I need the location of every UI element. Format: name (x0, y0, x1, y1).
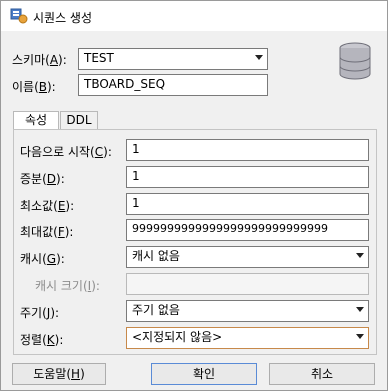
cache-label: 캐시(G): (20, 252, 65, 266)
maxvalue-input[interactable]: 9999999999999999999999999999 (126, 219, 369, 241)
cancel-button[interactable]: 취소 (269, 363, 375, 385)
cache-size-label: 캐시 크기(I): (35, 279, 100, 293)
schema-select[interactable]: TEST (78, 48, 268, 70)
start-label: 다음으로 시작(C): (20, 145, 112, 159)
title-bar: 시퀀스 생성 (1, 1, 387, 31)
cache-value: 캐시 없음 (132, 249, 180, 263)
cycle-select[interactable]: 주기 없음 (126, 300, 369, 322)
minvalue-input[interactable]: 1 (126, 193, 369, 215)
order-value: <지정되지 않음> (132, 330, 223, 344)
cache-size-input[interactable] (126, 273, 369, 295)
cycle-value: 주기 없음 (132, 303, 180, 317)
maxvalue-label: 최대값(F): (20, 225, 74, 239)
name-label: 이름(B): (12, 80, 56, 94)
tab-properties[interactable]: 속성 (13, 111, 59, 130)
order-label: 정렬(K): (20, 333, 64, 347)
help-button[interactable]: 도움말(H) (12, 363, 106, 385)
cycle-label: 주기(J): (20, 306, 60, 320)
cache-select[interactable]: 캐시 없음 (126, 246, 369, 268)
schema-label: 스키마(A): (12, 53, 67, 67)
tab-ddl[interactable]: DDL (60, 111, 98, 129)
name-input[interactable]: TBOARD_SEQ (78, 74, 268, 96)
chevron-down-icon (356, 334, 364, 339)
minvalue-label: 최소값(E): (20, 199, 75, 213)
chevron-down-icon (356, 253, 364, 258)
chevron-down-icon (356, 307, 364, 312)
window-title: 시퀀스 생성 (33, 11, 93, 25)
start-input[interactable]: 1 (126, 139, 369, 161)
sequence-app-icon (10, 8, 28, 24)
increment-label: 증분(D): (20, 172, 65, 186)
order-select[interactable]: <지정되지 않음> (126, 327, 369, 349)
create-sequence-dialog: 시퀀스 생성 스키마(A): TEST 이름(B): TBOARD_SEQ 속성… (0, 0, 388, 391)
ok-button[interactable]: 확인 (151, 363, 257, 385)
schema-value: TEST (84, 51, 114, 65)
increment-input[interactable]: 1 (126, 166, 369, 188)
database-icon (339, 42, 371, 80)
chevron-down-icon (255, 55, 263, 60)
